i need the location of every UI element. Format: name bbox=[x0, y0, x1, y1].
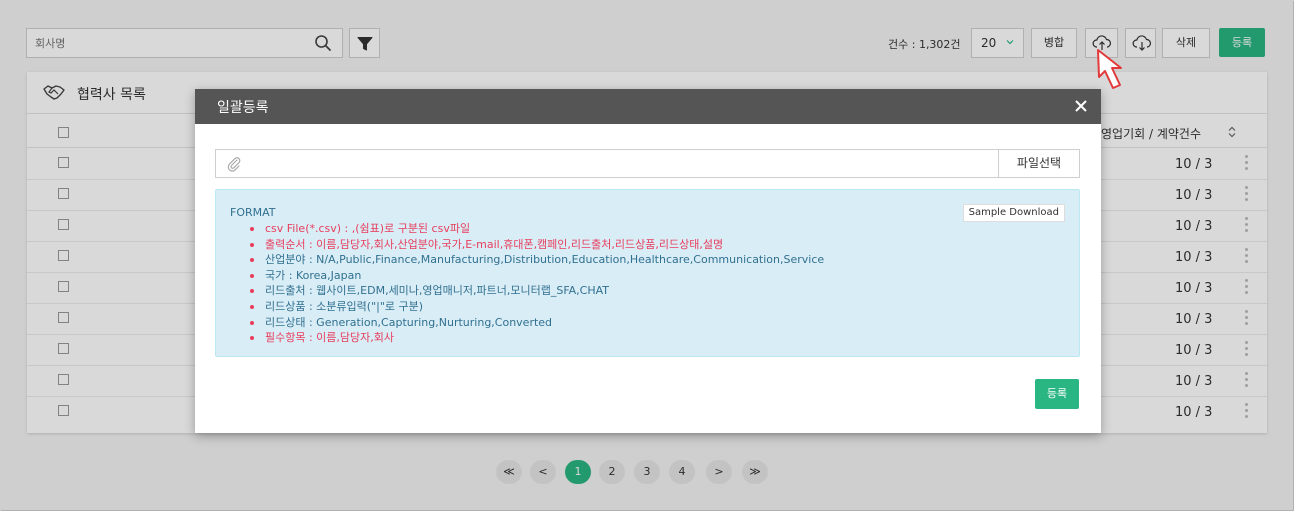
modal-title: 일괄등록 bbox=[217, 100, 269, 116]
format-item-lead-source: 리드출처 : 웹사이트,EDM,세미나,영업매니저,파트너,모니터랩_SFA,C… bbox=[250, 283, 824, 299]
file-input[interactable]: 파일선택 bbox=[215, 149, 1080, 178]
pointer-cursor-icon bbox=[1097, 49, 1122, 89]
format-info-box: FORMAT Sample Download csv File(*.csv) :… bbox=[215, 189, 1080, 357]
format-item-required: 필수항목 : 이름,담당자,회사 bbox=[250, 330, 824, 346]
bulk-register-modal: 일괄등록 파일선택 FORMAT Sample Download csv Fil… bbox=[195, 89, 1101, 433]
modal-register-button[interactable]: 등록 bbox=[1035, 379, 1079, 409]
app-window: 건수 : 1,302건 20 병합 삭제 등록 협력사 목록 bbox=[0, 0, 1294, 511]
file-select-button[interactable]: 파일선택 bbox=[998, 150, 1079, 177]
sample-download-button[interactable]: Sample Download bbox=[962, 204, 1065, 222]
paperclip-icon bbox=[227, 157, 241, 172]
format-label: FORMAT bbox=[230, 206, 276, 219]
format-list: csv File(*.csv) : ,(쉼표)로 구분된 csv파일 출력순서 … bbox=[250, 221, 824, 346]
format-item-industry: 산업분야 : N/A,Public,Finance,Manufacturing,… bbox=[250, 252, 824, 268]
format-item-country: 국가 : Korea,Japan bbox=[250, 268, 824, 284]
format-item-order: 출력순서 : 이름,담당자,회사,산업분야,국가,E-mail,휴대폰,캠페인,… bbox=[250, 237, 824, 253]
format-item-lead-status: 리드상태 : Generation,Capturing,Nurturing,Co… bbox=[250, 315, 824, 331]
close-icon[interactable] bbox=[1073, 98, 1089, 114]
modal-header: 일괄등록 bbox=[195, 89, 1101, 124]
format-item-csv: csv File(*.csv) : ,(쉼표)로 구분된 csv파일 bbox=[250, 221, 824, 237]
format-item-lead-product: 리드상품 : 소분류입력("|"로 구분) bbox=[250, 299, 824, 315]
